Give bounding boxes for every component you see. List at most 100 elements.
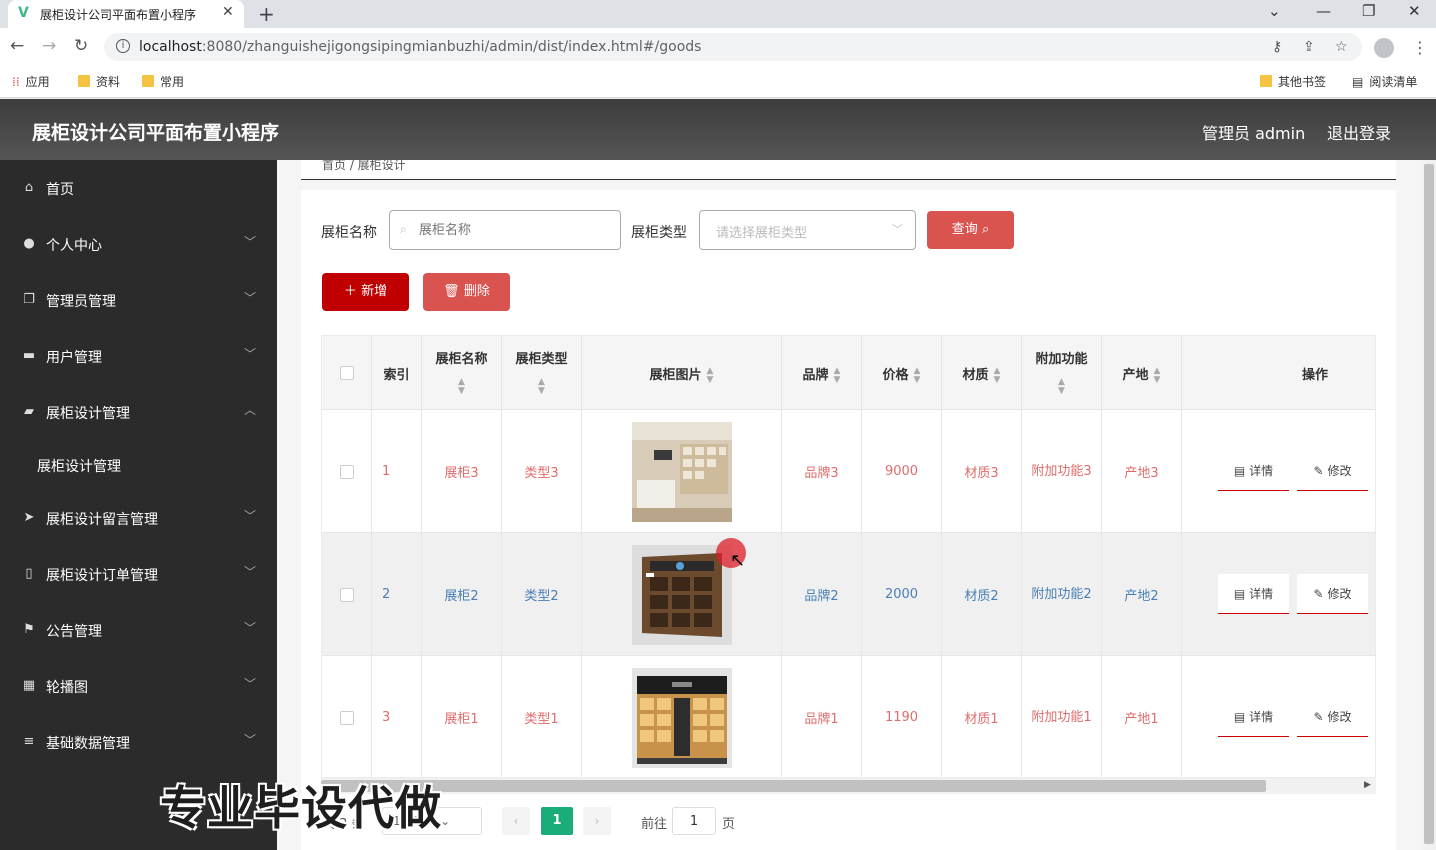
restore-icon[interactable]: ❐: [1362, 2, 1375, 20]
row-checkbox[interactable]: [339, 710, 354, 725]
detail-button[interactable]: ▤ 详情: [1218, 451, 1289, 491]
key-icon[interactable]: ⚷: [1272, 39, 1282, 55]
header-type[interactable]: 展柜类型 ▲ ▼: [502, 336, 582, 410]
select-all-checkbox[interactable]: [340, 366, 354, 380]
page-suffix: 页: [722, 817, 736, 832]
sidebar: ⌂ 首页 ● 个人中心 ﹀ ❐ 管理员管理 ﹀ ▬ 用户管理 ﹀ ▰ 展柜设计管理 ︿ 展柜设计管…: [0, 160, 277, 850]
sort-icon[interactable]: ▲ ▼: [1154, 366, 1161, 385]
sidebar-item-notices[interactable]: ⚑ 公告管理 ﹀: [0, 602, 277, 658]
folder-icon: [1260, 75, 1272, 87]
scroll-right-icon[interactable]: ▶: [1364, 780, 1371, 790]
profile-avatar[interactable]: [1374, 38, 1394, 58]
header-name[interactable]: 展柜名称 ▲ ▼: [422, 336, 502, 410]
vertical-scrollbar-thumb[interactable]: [1424, 164, 1434, 844]
sidebar-item-home[interactable]: ⌂ 首页: [0, 160, 277, 216]
header-label: 展柜图片: [649, 368, 702, 383]
window-close-icon[interactable]: ✕: [1408, 2, 1421, 20]
detail-button[interactable]: ▤ 详情: [1218, 697, 1289, 737]
url-text[interactable]: localhost:8080/zhanguishejigongsipingmia…: [139, 39, 701, 55]
cell-origin: 产地1: [1102, 656, 1182, 777]
edit-button[interactable]: ✎ 修改: [1297, 574, 1368, 614]
header-origin[interactable]: 产地 ▲ ▼: [1102, 336, 1182, 410]
query-button[interactable]: 查询 ⌕: [927, 211, 1014, 249]
sort-icon[interactable]: ▲ ▼: [422, 378, 501, 396]
url-path: :8080/zhanguishejigongsipingmianbuzhi/ad…: [201, 39, 702, 55]
new-tab-icon[interactable]: +: [258, 2, 275, 26]
reading-list-icon: ▤: [1352, 75, 1364, 89]
cell-name: 展柜1: [422, 656, 502, 777]
header-material[interactable]: 材质 ▲ ▼: [942, 336, 1022, 410]
document-icon: ▤: [1233, 464, 1246, 478]
header-label: 材质: [962, 368, 989, 383]
cabinet-image-3[interactable]: [631, 667, 732, 768]
cell-origin: 产地2: [1102, 533, 1182, 656]
bookmark-other[interactable]: 其他书签: [1260, 73, 1326, 90]
sidebar-item-orders[interactable]: ▯ 展柜设计订单管理 ﹀: [0, 546, 277, 602]
next-page-button[interactable]: ›: [583, 807, 611, 835]
sidebar-item-label: 个人中心: [46, 238, 102, 254]
sort-icon[interactable]: ▲ ▼: [707, 366, 714, 385]
tab-close-icon[interactable]: ✕: [222, 4, 234, 20]
chevron-down-icon: ﹀: [244, 235, 257, 249]
header-price[interactable]: 价格 ▲ ▼: [862, 336, 942, 410]
info-icon[interactable]: i: [116, 39, 130, 53]
row-select-cell: [322, 533, 372, 656]
copy-icon: ❐: [23, 292, 35, 307]
bookmark-changyong[interactable]: 常用: [142, 73, 184, 90]
header-brand[interactable]: 品牌 ▲ ▼: [782, 336, 862, 410]
sort-icon[interactable]: ▲ ▼: [994, 366, 1001, 385]
sort-icon[interactable]: ▲ ▼: [834, 366, 841, 385]
edit-button[interactable]: ✎ 修改: [1297, 451, 1368, 491]
sidebar-item-carousel[interactable]: ▦ 轮播图 ﹀: [0, 658, 277, 714]
sidebar-item-messages[interactable]: ➤ 展柜设计留言管理 ﹀: [0, 490, 277, 546]
home-icon: ⌂: [24, 180, 34, 195]
back-icon[interactable]: ←: [10, 36, 24, 56]
share-icon[interactable]: ⇪: [1303, 39, 1315, 55]
list-icon: ≡: [23, 734, 35, 749]
minimize-icon[interactable]: —: [1316, 2, 1331, 20]
sort-icon[interactable]: ▲ ▼: [914, 366, 921, 385]
tab-search-icon[interactable]: ⌄: [1268, 2, 1281, 20]
header-label: 索引: [383, 368, 410, 383]
cabinet-image-1[interactable]: [631, 421, 732, 522]
reload-icon[interactable]: ↻: [74, 36, 88, 56]
bookmark-apps[interactable]: ⁞⁞ 应用: [12, 73, 50, 90]
bookmarks-bar: [0, 66, 1436, 98]
delete-button[interactable]: 🗑 删除: [423, 273, 510, 311]
edit-icon: ✎: [1313, 587, 1324, 601]
browser-menu-icon[interactable]: ⋮: [1412, 38, 1428, 57]
horizontal-scrollbar-thumb[interactable]: [321, 780, 1266, 792]
detail-button[interactable]: ▤ 详情: [1218, 574, 1289, 614]
sidebar-item-label: 基础数据管理: [46, 736, 130, 752]
goto-page-input[interactable]: [672, 807, 716, 835]
cell-material: 材质2: [942, 533, 1022, 656]
header-image[interactable]: 展柜图片 ▲ ▼: [582, 336, 782, 410]
sidebar-subitem-design[interactable]: 展柜设计管理: [0, 440, 277, 492]
add-button[interactable]: ＋ 新增: [322, 273, 409, 311]
sidebar-item-users[interactable]: ▬ 用户管理 ﹀: [0, 328, 277, 384]
row-checkbox[interactable]: [339, 464, 354, 479]
browser-tab[interactable]: V 展柜设计公司平面布置小程序 ✕: [8, 0, 244, 28]
logout-link[interactable]: 退出登录: [1327, 120, 1391, 144]
reading-list[interactable]: ▤ 阅读清单: [1352, 73, 1417, 90]
sidebar-item-basedata[interactable]: ≡ 基础数据管理 ﹀: [0, 714, 277, 770]
edit-label: 修改: [1327, 587, 1352, 601]
bookmark-ziliao[interactable]: 资料: [78, 73, 120, 90]
star-icon[interactable]: ☆: [1335, 39, 1348, 55]
name-search-input[interactable]: [389, 210, 621, 250]
prev-page-button[interactable]: ‹: [502, 807, 530, 835]
row-checkbox[interactable]: [339, 587, 354, 602]
sidebar-item-design[interactable]: ▰ 展柜设计管理 ︿: [0, 384, 277, 440]
sort-icon[interactable]: ▲ ▼: [502, 378, 581, 396]
sort-icon[interactable]: ▲ ▼: [1022, 378, 1101, 396]
page-number-current[interactable]: 1: [541, 807, 573, 835]
cell-feature: 附加功能1: [1022, 656, 1102, 777]
forward-icon[interactable]: →: [42, 36, 56, 56]
chevron-down-icon: ﹀: [244, 291, 257, 305]
sidebar-item-admins[interactable]: ❐ 管理员管理 ﹀: [0, 272, 277, 328]
sidebar-item-profile[interactable]: ● 个人中心 ﹀: [0, 216, 277, 272]
edit-button[interactable]: ✎ 修改: [1297, 697, 1368, 737]
cell-brand: 品牌3: [782, 410, 862, 533]
header-feature[interactable]: 附加功能 ▲ ▼: [1022, 336, 1102, 410]
sidebar-item-label: 展柜设计管理: [46, 406, 130, 422]
